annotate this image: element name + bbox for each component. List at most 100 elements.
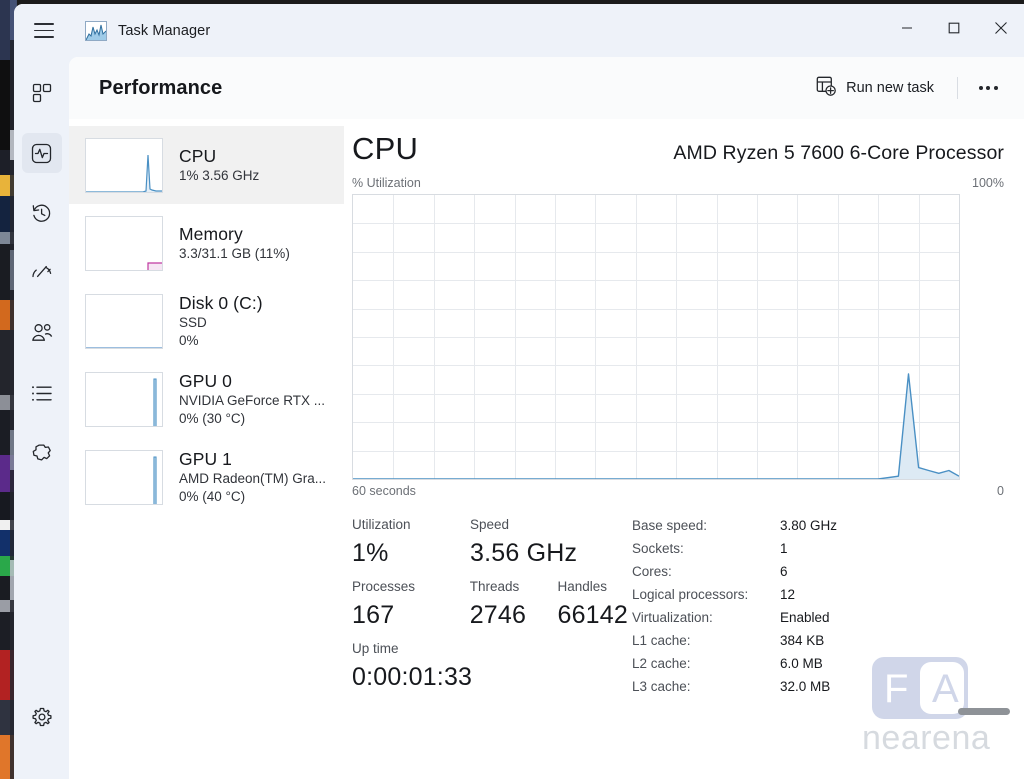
chart-xmin-label: 0: [997, 484, 1004, 498]
resource-list: CPU 1% 3.56 GHz Memory: [69, 119, 344, 779]
stat-value: 2746: [470, 598, 558, 632]
stat-value: 3.56 GHz: [470, 536, 577, 570]
services-gear-icon: [31, 443, 52, 464]
sidebar-item-performance[interactable]: [22, 133, 62, 173]
resource-item-disk0[interactable]: Disk 0 (C:) SSD 0%: [69, 282, 344, 360]
resource-item-gpu0[interactable]: GPU 0 NVIDIA GeForce RTX ... 0% (30 °C): [69, 360, 344, 438]
stat-row-processes-threads-handles: Processes 167 Threads 2746 Handles 66142: [352, 576, 628, 632]
ellipsis-dot: [986, 86, 990, 90]
resource-sub2: 0% (30 °C): [179, 410, 325, 428]
stat-value: 167: [352, 598, 470, 632]
resource-text: Memory 3.3/31.1 GB (11%): [179, 223, 290, 263]
gauge-icon: [31, 264, 53, 282]
spec-key: Cores:: [632, 560, 780, 583]
run-new-task-button[interactable]: Run new task: [805, 69, 945, 107]
app-title: Task Manager: [118, 23, 210, 39]
cpu-model: AMD Ryzen 5 7600 6-Core Processor: [673, 142, 1004, 165]
cpu-specs: Base speed: 3.80 GHz Sockets: 1 Cores: 6: [632, 514, 837, 698]
resource-name: Memory: [179, 223, 290, 245]
sidebar-item-details[interactable]: [22, 373, 62, 413]
resource-sub: NVIDIA GeForce RTX ...: [179, 392, 325, 410]
resource-name: CPU: [179, 145, 259, 167]
more-options-button[interactable]: [970, 73, 1006, 103]
stat-value: 0:00:01:33: [352, 660, 472, 694]
sidebar-item-services[interactable]: [22, 433, 62, 473]
task-manager-window: Task Manager: [14, 4, 1024, 779]
stat-label: Up time: [352, 638, 472, 660]
new-task-icon: [816, 76, 836, 100]
spec-key: L1 cache:: [632, 629, 780, 652]
spec-key: Sockets:: [632, 537, 780, 560]
gear-icon: [32, 707, 52, 727]
close-button[interactable]: [977, 4, 1024, 51]
stat-label: Utilization: [352, 514, 470, 536]
cpu-heading-row: CPU AMD Ryzen 5 7600 6-Core Processor: [352, 119, 1004, 167]
pane-header: Performance: [69, 57, 1024, 119]
maximize-button[interactable]: [930, 4, 977, 51]
ellipsis-dot: [994, 86, 998, 90]
chart-xlabel: 60 seconds: [352, 484, 416, 498]
sidebar-item-settings[interactable]: [22, 697, 62, 737]
spec-row: Virtualization: Enabled: [632, 606, 837, 629]
resource-sub: 1% 3.56 GHz: [179, 167, 259, 185]
chart-svg: [353, 195, 959, 479]
spec-row: Base speed: 3.80 GHz: [632, 514, 837, 537]
stat-handles: Handles 66142: [557, 576, 628, 632]
chart-ymax-label: 100%: [972, 176, 1004, 190]
minimize-button[interactable]: [883, 4, 930, 51]
stat-label: Speed: [470, 514, 577, 536]
hamburger-line: [34, 30, 54, 32]
stat-label: Handles: [557, 576, 628, 598]
sidebar-item-users[interactable]: [22, 313, 62, 353]
hamburger-menu-icon[interactable]: [20, 4, 68, 57]
horizontal-scrollbar[interactable]: [958, 708, 1010, 715]
chart-ylabel: % Utilization: [352, 176, 421, 190]
cpu-detail-area: CPU AMD Ryzen 5 7600 6-Core Processor % …: [344, 119, 1024, 779]
resource-name: Disk 0 (C:): [179, 292, 263, 314]
cpu-heading: CPU: [352, 131, 418, 167]
resource-sub2: 0% (40 °C): [179, 488, 326, 506]
spec-value: 32.0 MB: [780, 675, 830, 698]
navigation-rail: [14, 57, 69, 779]
resource-item-cpu[interactable]: CPU 1% 3.56 GHz: [69, 126, 344, 204]
resource-name: GPU 0: [179, 370, 325, 392]
sidebar-item-startup-apps[interactable]: [22, 253, 62, 293]
stat-row-uptime: Up time 0:00:01:33: [352, 638, 628, 694]
stat-value: 1%: [352, 536, 470, 570]
spec-row: L1 cache: 384 KB: [632, 629, 837, 652]
spec-value: 3.80 GHz: [780, 514, 837, 537]
stat-label: Processes: [352, 576, 470, 598]
spec-key: Virtualization:: [632, 606, 780, 629]
spec-value: 6: [780, 560, 788, 583]
spec-value: 384 KB: [780, 629, 824, 652]
sidebar-item-processes[interactable]: [22, 73, 62, 113]
spec-key: L2 cache:: [632, 652, 780, 675]
chart-top-axis: % Utilization 100%: [352, 176, 1004, 190]
resource-text: CPU 1% 3.56 GHz: [179, 145, 259, 185]
people-icon: [31, 323, 53, 343]
spec-key: Base speed:: [632, 514, 780, 537]
resource-text: GPU 0 NVIDIA GeForce RTX ... 0% (30 °C): [179, 370, 325, 428]
ellipsis-dot: [979, 86, 983, 90]
hamburger-line: [34, 36, 54, 38]
stat-utilization: Utilization 1%: [352, 514, 470, 570]
resource-name: GPU 1: [179, 448, 326, 470]
chart-bottom-axis: 60 seconds 0: [352, 484, 1004, 498]
spec-row: Logical processors: 12: [632, 583, 837, 606]
task-manager-icon: [85, 21, 107, 41]
resource-text: GPU 1 AMD Radeon(TM) Gra... 0% (40 °C): [179, 448, 326, 506]
spec-key: L3 cache:: [632, 675, 780, 698]
resource-item-gpu1[interactable]: GPU 1 AMD Radeon(TM) Gra... 0% (40 °C): [69, 438, 344, 516]
gpu0-sparkline: [85, 372, 163, 427]
spec-value: 1: [780, 537, 788, 560]
header-divider: [957, 77, 958, 99]
cpu-stats: Utilization 1% Speed 3.56 GHz: [352, 514, 1004, 698]
resource-item-memory[interactable]: Memory 3.3/31.1 GB (11%): [69, 204, 344, 282]
gpu1-sparkline: [85, 450, 163, 505]
hamburger-line: [34, 23, 54, 25]
resource-text: Disk 0 (C:) SSD 0%: [179, 292, 263, 350]
page-title: Performance: [99, 77, 222, 100]
sidebar-item-app-history[interactable]: [22, 193, 62, 233]
grid-icon: [32, 83, 52, 103]
spec-row: Cores: 6: [632, 560, 837, 583]
